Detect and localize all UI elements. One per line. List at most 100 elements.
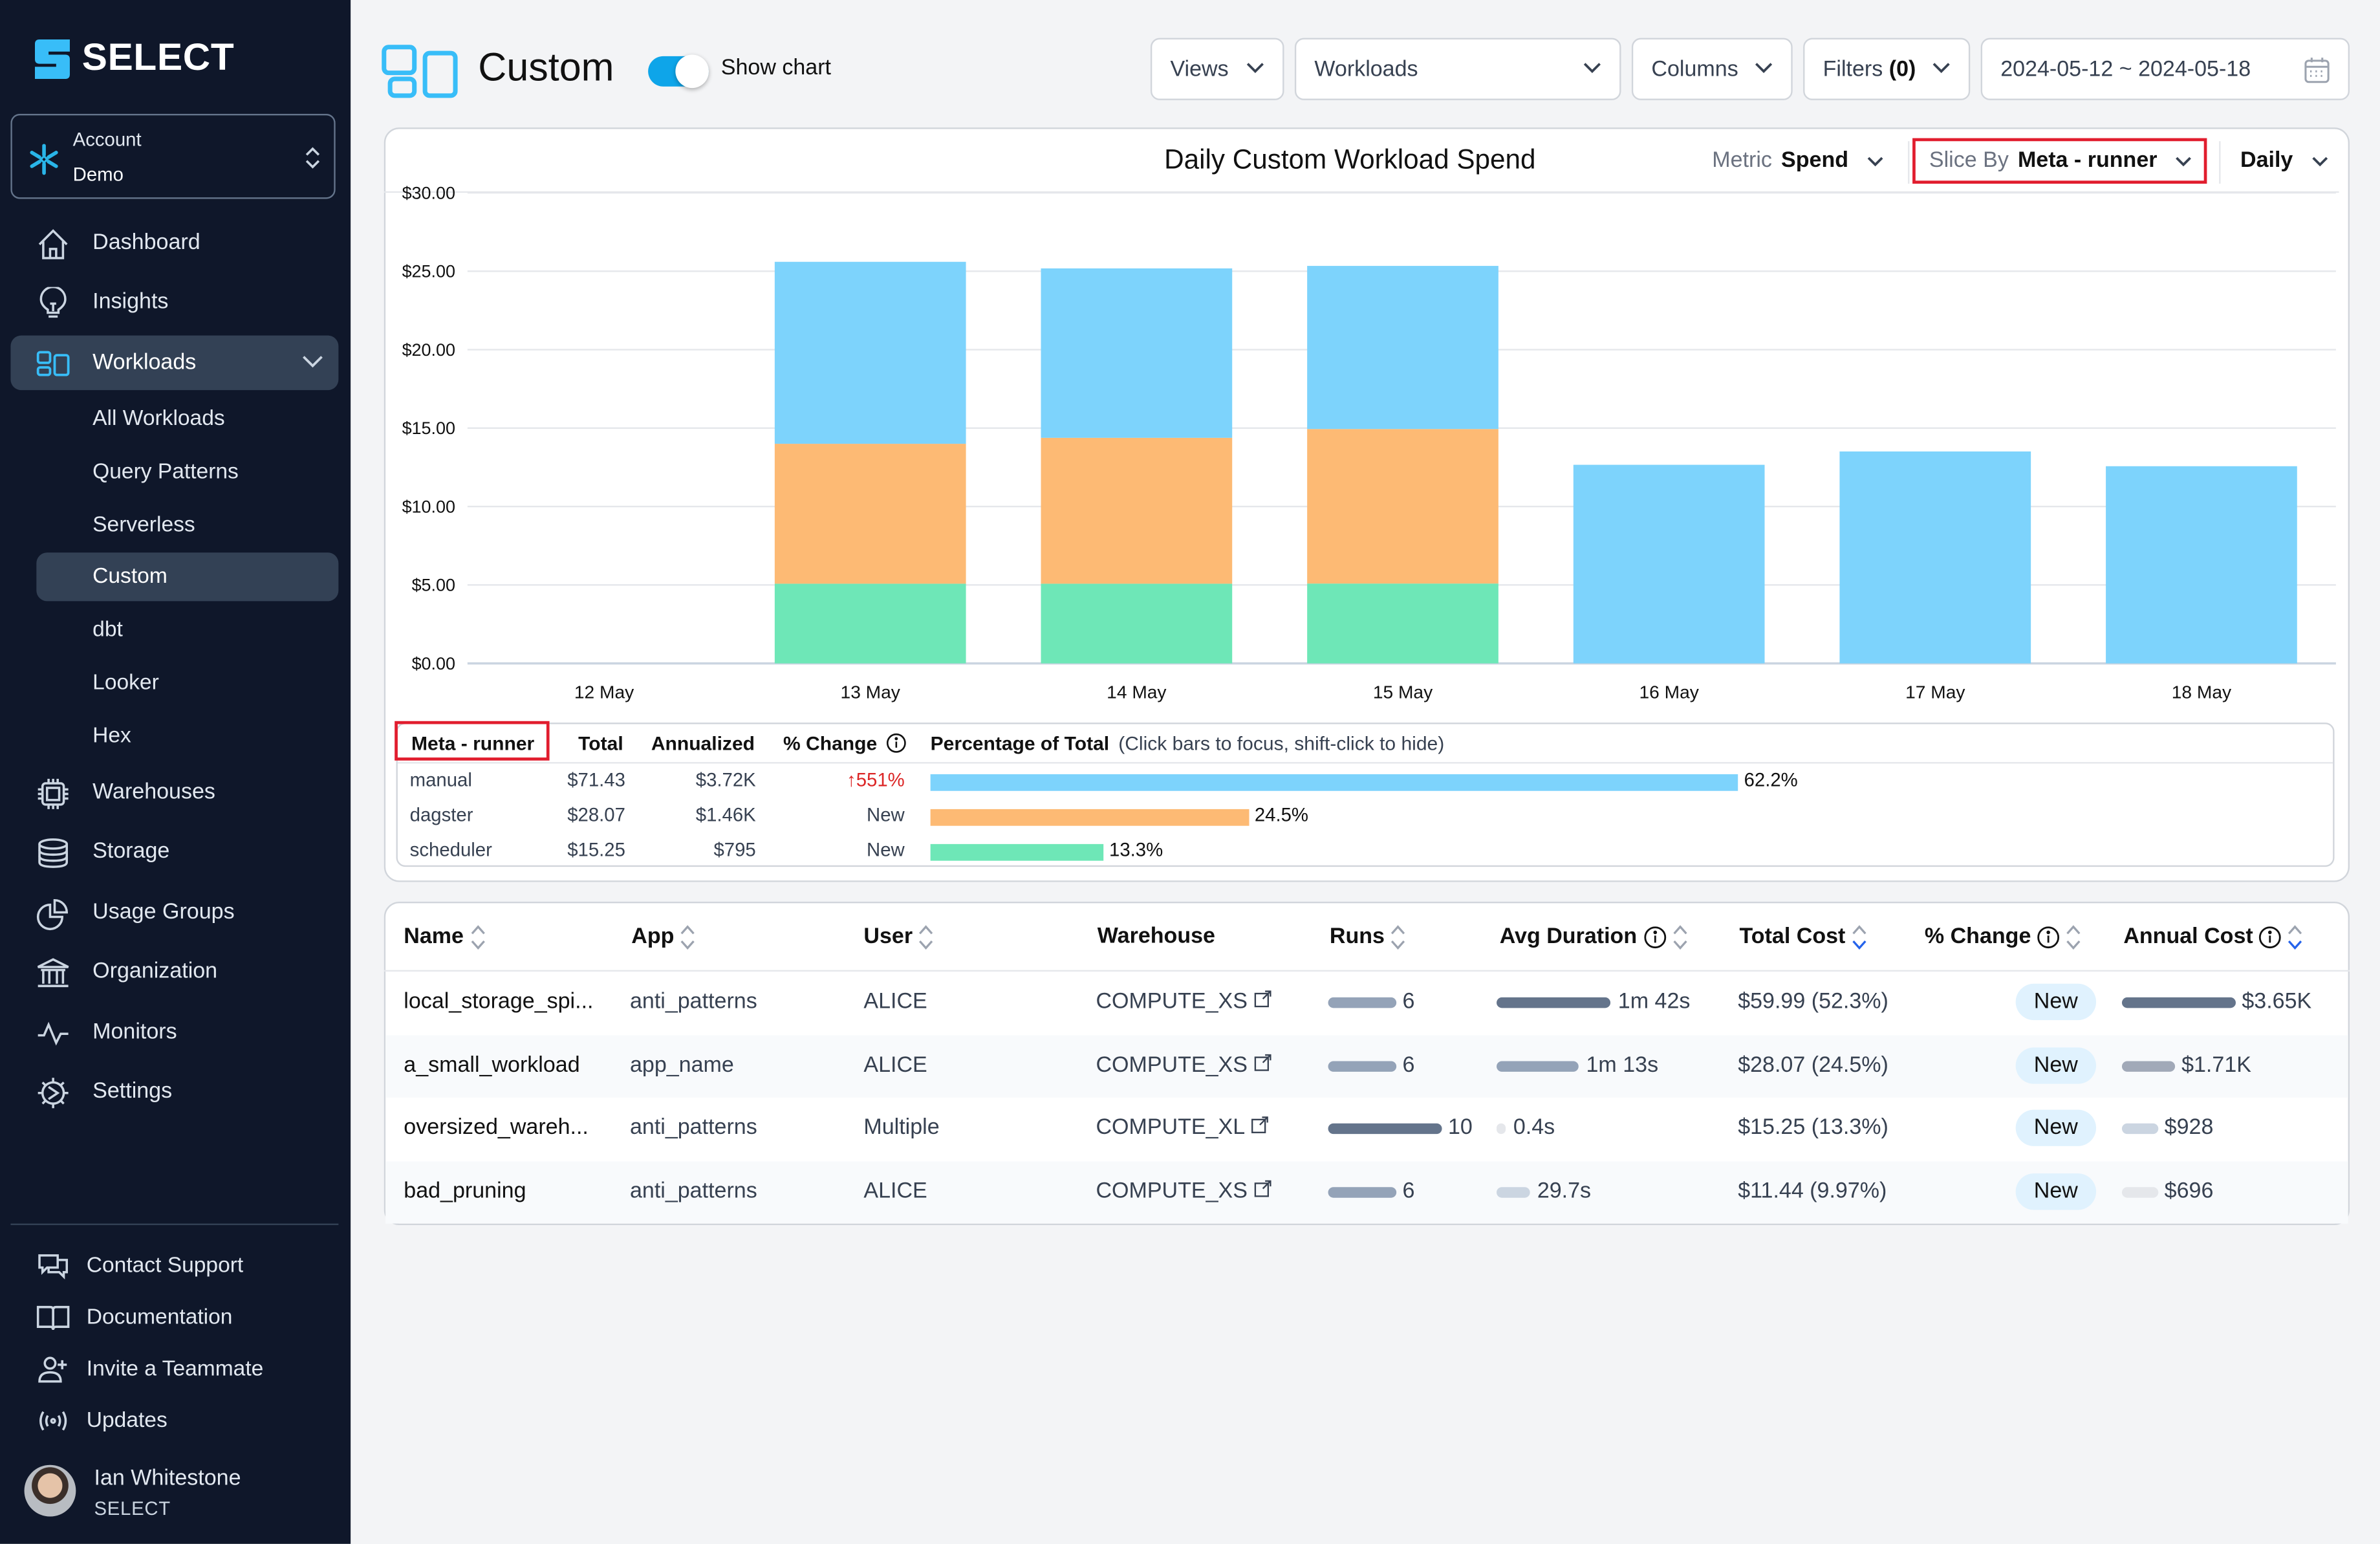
legend-row[interactable]: dagster $28.07 $1.46K New 24.5% bbox=[398, 805, 2333, 838]
cell-user: ALICE bbox=[863, 1052, 927, 1078]
legend-bar-manual[interactable] bbox=[930, 774, 1738, 791]
sidebar-subitem-label: Hex bbox=[92, 724, 131, 749]
bar-segment-scheduler[interactable] bbox=[1041, 583, 1233, 664]
sidebar-item-warehouses[interactable]: Warehouses bbox=[10, 765, 338, 820]
cell-warehouse[interactable]: COMPUTE_XS bbox=[1096, 1053, 1271, 1078]
bar-segment-manual[interactable] bbox=[1839, 451, 2031, 664]
cell-app: anti_patterns bbox=[629, 1179, 757, 1203]
column-header-warehouse[interactable]: Warehouse bbox=[1098, 924, 1215, 949]
columns-dropdown[interactable]: Columns bbox=[1631, 38, 1793, 100]
sidebar-item-settings[interactable]: Settings bbox=[10, 1064, 338, 1118]
cell-total-cost: $15.25 (13.3%) bbox=[1738, 1115, 1888, 1140]
sidebar-subitem-looker[interactable]: Looker bbox=[36, 659, 338, 708]
sidebar-item-usage-groups[interactable]: Usage Groups bbox=[10, 885, 338, 939]
sidebar-subitem-all-workloads[interactable]: All Workloads bbox=[36, 395, 338, 443]
column-header-name[interactable]: Name bbox=[404, 924, 485, 950]
sidebar-item-workloads[interactable]: Workloads bbox=[10, 335, 339, 391]
cell-warehouse[interactable]: COMPUTE_XL bbox=[1096, 1116, 1268, 1140]
views-dropdown[interactable]: Views bbox=[1150, 38, 1284, 100]
column-header-total-cost[interactable]: Total Cost bbox=[1740, 924, 1867, 950]
table-row[interactable]: oversized_wareh... anti_patterns Multiple C… bbox=[385, 1098, 2348, 1160]
info-icon[interactable] bbox=[2259, 926, 2282, 949]
legend-header-change: % Change bbox=[783, 732, 907, 754]
bar-segment-dagster[interactable] bbox=[774, 444, 966, 584]
gear-icon bbox=[38, 1078, 69, 1109]
chevron-down-icon bbox=[1246, 63, 1264, 73]
sidebar-item-storage[interactable]: Storage bbox=[10, 824, 338, 878]
column-header-app[interactable]: App bbox=[631, 924, 695, 950]
sidebar-item-insights[interactable]: Insights bbox=[10, 275, 338, 329]
brand-name: SELECT bbox=[81, 36, 235, 80]
column-header-runs[interactable]: Runs bbox=[1330, 924, 1406, 950]
sidebar-subitem-dbt[interactable]: dbt bbox=[36, 605, 338, 654]
bar-segment-manual[interactable] bbox=[1307, 266, 1498, 429]
sidebar-subitem-hex[interactable]: Hex bbox=[36, 712, 338, 761]
bar-segment-scheduler[interactable] bbox=[774, 583, 966, 664]
show-chart-label: Show chart bbox=[720, 56, 832, 81]
footer-item-updates[interactable]: Updates bbox=[36, 1401, 338, 1441]
sort-icon[interactable] bbox=[1852, 924, 1866, 950]
footer-item-invite-teammate[interactable]: Invite a Teammate bbox=[36, 1349, 338, 1389]
y-tick-label: $25.00 bbox=[402, 262, 456, 281]
bar-segment-dagster[interactable] bbox=[1307, 429, 1498, 584]
filters-dropdown[interactable]: Filters (0) bbox=[1803, 38, 1971, 100]
sort-icon[interactable] bbox=[680, 924, 695, 950]
account-switcher[interactable]: Account Demo bbox=[10, 114, 336, 199]
sort-icon[interactable] bbox=[2066, 924, 2081, 950]
show-chart-toggle[interactable] bbox=[648, 54, 709, 89]
sidebar-item-monitors[interactable]: Monitors bbox=[10, 1005, 338, 1060]
column-header-change[interactable]: % Change bbox=[1925, 924, 2081, 950]
legend-row-change: New bbox=[867, 839, 905, 861]
column-header-user[interactable]: User bbox=[863, 924, 934, 950]
table-row[interactable]: local_storage_spi... anti_patterns ALICE CO… bbox=[385, 972, 2348, 1034]
sidebar-item-dashboard[interactable]: Dashboard bbox=[10, 215, 338, 270]
sort-icon[interactable] bbox=[2288, 924, 2303, 950]
user-name: Ian Whitestone bbox=[94, 1466, 241, 1491]
workloads-dropdown[interactable]: Workloads bbox=[1294, 38, 1621, 100]
warehouse-link[interactable]: COMPUTE_XS bbox=[1096, 990, 1248, 1014]
info-icon[interactable] bbox=[1643, 926, 1666, 949]
cell-warehouse[interactable]: COMPUTE_XS bbox=[1096, 990, 1271, 1014]
column-header-annual-cost[interactable]: Annual Cost bbox=[2123, 924, 2303, 950]
bar-segment-scheduler[interactable] bbox=[1307, 583, 1498, 664]
sidebar-subitem-serverless[interactable]: Serverless bbox=[36, 501, 338, 549]
column-header-avg-duration[interactable]: Avg Duration bbox=[1500, 924, 1687, 950]
logo[interactable]: SELECT bbox=[34, 36, 235, 80]
warehouse-link[interactable]: COMPUTE_XS bbox=[1096, 1179, 1248, 1203]
info-icon[interactable] bbox=[2037, 926, 2060, 949]
bar-segment-dagster[interactable] bbox=[1041, 437, 1233, 584]
legend-row[interactable]: scheduler $15.25 $795 New 13.3% bbox=[398, 840, 2333, 873]
footer-item-documentation[interactable]: Documentation bbox=[36, 1298, 338, 1338]
warehouse-link[interactable]: COMPUTE_XS bbox=[1096, 1053, 1248, 1078]
columns-label: Columns bbox=[1651, 58, 1738, 82]
broadcast-icon bbox=[39, 1411, 67, 1431]
slice-by-dropdown[interactable]: Slice By Meta - runner bbox=[1929, 149, 2192, 173]
sort-icon[interactable] bbox=[1390, 924, 1405, 950]
legend-row[interactable]: manual $71.43 $3.72K ↑551% 62.2% bbox=[398, 770, 2333, 803]
app-root: SELECT Account Demo Dashboard Insights W… bbox=[0, 0, 2380, 1544]
granularity-dropdown[interactable]: Daily bbox=[2240, 149, 2328, 173]
bar-segment-manual[interactable] bbox=[1573, 464, 1765, 664]
sort-icon[interactable] bbox=[1672, 924, 1687, 950]
sort-icon[interactable] bbox=[918, 924, 933, 950]
legend-bar-scheduler[interactable] bbox=[930, 843, 1103, 861]
bar-segment-manual[interactable] bbox=[774, 261, 966, 444]
sidebar-item-organization[interactable]: Organization bbox=[10, 944, 338, 999]
table-row[interactable]: a_small_workload app_name ALICE COMPUTE_XS … bbox=[385, 1034, 2348, 1097]
database-icon bbox=[38, 838, 69, 868]
metric-dropdown[interactable]: Metric Spend bbox=[1712, 149, 1883, 173]
legend-bar-dagster[interactable] bbox=[930, 809, 1249, 826]
warehouse-link[interactable]: COMPUTE_XL bbox=[1096, 1116, 1244, 1140]
table-row[interactable]: bad_pruning anti_patterns ALICE COMPUTE_XS … bbox=[385, 1160, 2348, 1223]
date-range-picker[interactable]: 2024-05-12 ~ 2024-05-18 bbox=[1980, 38, 2350, 100]
sidebar-subitem-custom[interactable]: Custom bbox=[36, 552, 339, 602]
cell-warehouse[interactable]: COMPUTE_XS bbox=[1096, 1179, 1271, 1203]
footer-item-contact-support[interactable]: Contact Support bbox=[36, 1246, 338, 1286]
bar-segment-manual[interactable] bbox=[1041, 268, 1233, 438]
sidebar-subitem-query-patterns[interactable]: Query Patterns bbox=[36, 448, 338, 496]
sort-icon[interactable] bbox=[470, 924, 484, 950]
column-header-label: Avg Duration bbox=[1499, 925, 1638, 950]
info-icon[interactable] bbox=[887, 733, 907, 754]
bar-segment-manual[interactable] bbox=[2106, 466, 2297, 664]
chevron-down-icon bbox=[1583, 63, 1601, 73]
